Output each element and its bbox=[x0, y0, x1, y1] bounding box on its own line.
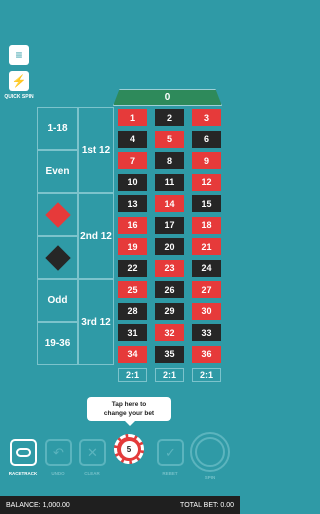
number-cell-33[interactable]: 33 bbox=[192, 324, 221, 341]
undo-button[interactable]: ↶ bbox=[45, 439, 72, 466]
clear-label: CLEAR bbox=[84, 471, 100, 476]
number-cell-30[interactable]: 30 bbox=[192, 302, 221, 320]
bet-black[interactable] bbox=[37, 236, 78, 279]
chip-value: 5 bbox=[120, 440, 138, 458]
number-cell-12[interactable]: 12 bbox=[192, 173, 221, 191]
close-icon: ✕ bbox=[87, 444, 98, 460]
number-cell-2[interactable]: 2 bbox=[155, 109, 184, 126]
number-cell-9[interactable]: 9 bbox=[192, 152, 221, 169]
number-cell-25[interactable]: 25 bbox=[118, 281, 147, 298]
number-cell-34[interactable]: 34 bbox=[118, 345, 147, 363]
balance-text: BALANCE: 1,000.00 bbox=[6, 501, 70, 509]
undo-icon: ↶ bbox=[53, 444, 64, 460]
number-cell-24[interactable]: 24 bbox=[192, 259, 221, 277]
spin-icon bbox=[195, 437, 225, 467]
number-cell-7[interactable]: 7 bbox=[118, 152, 147, 169]
column-bet-2[interactable]: 2:1 bbox=[155, 368, 184, 382]
menu-button[interactable]: ≡ bbox=[9, 45, 29, 65]
total-bet-text: TOTAL BET: 0.00 bbox=[180, 501, 234, 509]
menu-icon: ≡ bbox=[15, 48, 23, 62]
clear-button[interactable]: ✕ bbox=[79, 439, 106, 466]
number-cell-26[interactable]: 26 bbox=[155, 281, 184, 298]
bet-1st-12[interactable]: 1st 12 bbox=[78, 107, 114, 193]
number-cell-5[interactable]: 5 bbox=[155, 130, 184, 148]
quick-spin-button[interactable]: ⚡ bbox=[9, 71, 29, 91]
number-cell-16[interactable]: 16 bbox=[118, 216, 147, 234]
spin-label: SPIN bbox=[204, 475, 216, 480]
number-cell-29[interactable]: 29 bbox=[155, 302, 184, 320]
number-cell-11[interactable]: 11 bbox=[155, 173, 184, 191]
number-cell-4[interactable]: 4 bbox=[118, 130, 147, 148]
bet-1-18[interactable]: 1-18 bbox=[37, 107, 78, 150]
red-diamond-icon bbox=[44, 201, 71, 228]
number-cell-3[interactable]: 3 bbox=[192, 109, 221, 126]
number-cell-22[interactable]: 22 bbox=[118, 259, 147, 277]
racetrack-button[interactable] bbox=[10, 439, 37, 466]
bet-3rd-12[interactable]: 3rd 12 bbox=[78, 279, 114, 365]
number-cell-32[interactable]: 32 bbox=[155, 324, 184, 341]
chip-selector[interactable]: 5 bbox=[114, 434, 144, 464]
number-cell-10[interactable]: 10 bbox=[118, 173, 147, 191]
lightning-icon: ⚡ bbox=[11, 74, 27, 88]
bet-tooltip: Tap here to change your bet bbox=[87, 397, 171, 426]
bet-2nd-12[interactable]: 2nd 12 bbox=[78, 193, 114, 279]
column-bet-1[interactable]: 2:1 bbox=[118, 368, 147, 382]
number-cell-6[interactable]: 6 bbox=[192, 130, 221, 148]
number-cell-27[interactable]: 27 bbox=[192, 281, 221, 298]
footer-bar: BALANCE: 1,000.00 TOTAL BET: 0.00 bbox=[0, 496, 240, 514]
number-cell-14[interactable]: 14 bbox=[155, 195, 184, 212]
bet-odd[interactable]: Odd bbox=[37, 279, 78, 322]
column-bet-3[interactable]: 2:1 bbox=[192, 368, 221, 382]
number-cell-15[interactable]: 15 bbox=[192, 195, 221, 212]
number-cell-20[interactable]: 20 bbox=[155, 238, 184, 255]
number-cell-23[interactable]: 23 bbox=[155, 259, 184, 277]
number-cell-8[interactable]: 8 bbox=[155, 152, 184, 169]
undo-label: UNDO bbox=[51, 471, 65, 476]
bet-red[interactable] bbox=[37, 193, 78, 236]
number-cell-13[interactable]: 13 bbox=[118, 195, 147, 212]
number-cell-28[interactable]: 28 bbox=[118, 302, 147, 320]
tooltip-line-1: Tap here to bbox=[111, 401, 147, 408]
rebet-label: REBET bbox=[162, 471, 178, 476]
bet-even[interactable]: Even bbox=[37, 150, 78, 193]
number-cell-1[interactable]: 1 bbox=[118, 109, 147, 126]
spin-button[interactable] bbox=[190, 432, 230, 472]
number-cell-18[interactable]: 18 bbox=[192, 216, 221, 234]
racetrack-label: RACETRACK bbox=[8, 471, 38, 476]
zero-cell[interactable]: 0 bbox=[113, 89, 222, 106]
number-cell-36[interactable]: 36 bbox=[192, 345, 221, 363]
tooltip-line-2: change your bet bbox=[103, 410, 155, 417]
quick-spin-label: QUICK SPIN bbox=[4, 94, 34, 100]
number-cell-35[interactable]: 35 bbox=[155, 345, 184, 363]
number-cell-31[interactable]: 31 bbox=[118, 324, 147, 341]
racetrack-icon bbox=[16, 448, 31, 457]
bet-19-36[interactable]: 19-36 bbox=[37, 322, 78, 365]
rebet-button[interactable]: ✓ bbox=[157, 439, 184, 466]
number-cell-17[interactable]: 17 bbox=[155, 216, 184, 234]
black-diamond-icon bbox=[44, 244, 71, 271]
number-cell-21[interactable]: 21 bbox=[192, 238, 221, 255]
number-cell-19[interactable]: 19 bbox=[118, 238, 147, 255]
check-icon: ✓ bbox=[165, 444, 176, 460]
